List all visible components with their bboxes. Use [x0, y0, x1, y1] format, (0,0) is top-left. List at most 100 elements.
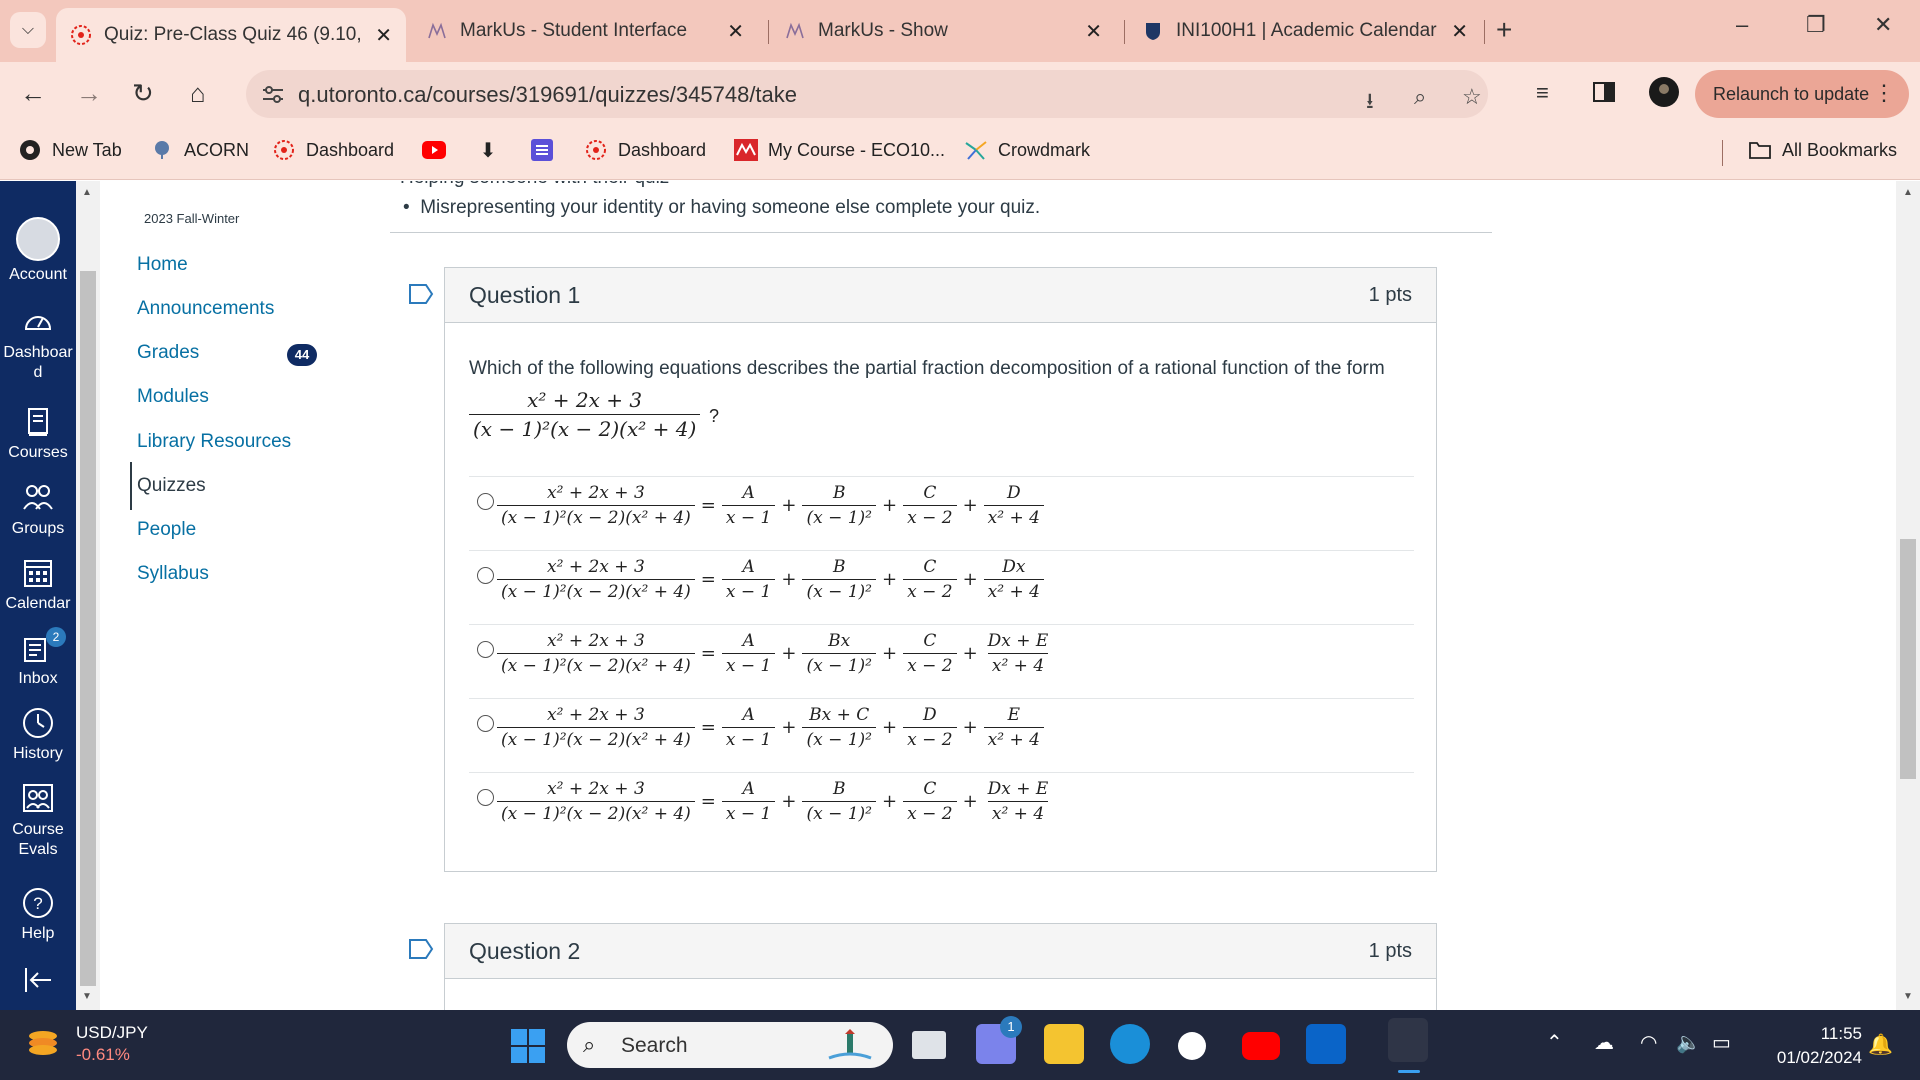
active-app-icon[interactable] [1388, 1018, 1428, 1073]
windows-start-icon[interactable] [510, 1028, 546, 1064]
outlook-icon[interactable] [1306, 1024, 1346, 1064]
back-icon[interactable]: ← [20, 78, 46, 109]
answer-equation: x² + 2x + 3 (x − 1)²(x − 2)(x² + 4) = Ax − … [497, 483, 1044, 528]
address-bar[interactable]: q.utoronto.ca/courses/319691/quizzes/345… [246, 70, 1488, 118]
fraction-denominator: x² + 4 [983, 579, 1044, 602]
scroll-down-icon[interactable]: ▼ [82, 991, 92, 1002]
file-explorer-icon[interactable] [1044, 1024, 1084, 1064]
fraction-numerator: Bx [828, 631, 851, 651]
tab-academic-calendar[interactable]: INI100H1 | Academic Calendar ✕ [1128, 8, 1482, 54]
collapse-nav-button[interactable] [0, 963, 76, 1001]
scroll-down-icon[interactable]: ▼ [1903, 991, 1913, 1002]
task-view-icon[interactable] [912, 1031, 946, 1059]
global-nav-courses[interactable]: Courses [0, 405, 76, 463]
global-nav-groups[interactable]: Groups [0, 481, 76, 539]
bookmark-dashboard-1[interactable]: Dashboard [272, 138, 394, 162]
course-nav-grades[interactable]: Grades [137, 342, 199, 364]
flag-question-icon[interactable] [408, 283, 434, 305]
bookmark-crowdmark[interactable]: Crowdmark [964, 138, 1090, 162]
equals-sign: = [700, 495, 716, 516]
course-nav-people[interactable]: People [137, 519, 196, 541]
course-nav-quizzes[interactable]: Quizzes [137, 475, 206, 497]
media-controls-icon[interactable]: ≡ [1536, 80, 1549, 106]
bookmark-star-icon[interactable]: ☆ [1462, 84, 1482, 110]
search-icon: ⌕ [583, 1032, 596, 1057]
forward-icon[interactable]: → [76, 78, 102, 109]
restore-icon[interactable]: ❐ [1806, 12, 1826, 38]
tab-search-button[interactable]: ⌵ [10, 12, 46, 48]
tab-quiz[interactable]: Quiz: Pre-Class Quiz 46 (9.10, 9. ✕ [56, 8, 406, 62]
answer-option[interactable]: x² + 2x + 3 (x − 1)²(x − 2)(x² + 4) = Ax − … [469, 624, 1414, 698]
course-nav-scrollbar[interactable]: ▲ ▼ [76, 181, 100, 1010]
scroll-up-icon[interactable]: ▲ [82, 187, 92, 198]
relaunch-button[interactable]: Relaunch to update ⋮ [1695, 70, 1909, 118]
fraction: Ax − 1 [721, 779, 776, 824]
course-nav-announcements[interactable]: Announcements [137, 298, 274, 320]
answer-option[interactable]: x² + 2x + 3 (x − 1)²(x − 2)(x² + 4) = Ax − … [469, 698, 1414, 772]
edge-icon[interactable] [1110, 1024, 1150, 1064]
scroll-thumb[interactable] [1900, 539, 1916, 779]
side-panel-icon[interactable] [1592, 80, 1616, 111]
chrome-icon [18, 138, 42, 162]
bookmark-acorn[interactable]: ACORN [150, 138, 249, 162]
youtube-app-icon[interactable] [1242, 1032, 1280, 1060]
answer-radio[interactable] [477, 789, 494, 806]
close-window-icon[interactable]: ✕ [1874, 12, 1892, 38]
bookmark-my-course[interactable]: My Course - ECO10... [734, 138, 945, 162]
tab-markus-show[interactable]: MarkUs - Show ✕ [770, 8, 1116, 54]
system-clock[interactable]: 11:55 01/02/2024 [1752, 1022, 1862, 1070]
close-tab-icon[interactable]: ✕ [1451, 19, 1468, 44]
reload-icon[interactable]: ↻ [132, 78, 154, 109]
page-scrollbar[interactable]: ▲ ▼ [1896, 181, 1920, 1010]
global-nav-dashboard[interactable]: Dashboar d [0, 305, 76, 383]
wifi-icon[interactable]: ◠ [1640, 1030, 1657, 1055]
tab-markus-student[interactable]: MarkUs - Student Interface ✕ [412, 8, 758, 54]
zoom-icon[interactable]: ⌕ [1414, 84, 1426, 110]
teams-icon[interactable]: 1 [976, 1016, 1022, 1064]
scroll-up-icon[interactable]: ▲ [1903, 187, 1913, 198]
menu-dots-icon[interactable]: ⋮ [1873, 80, 1895, 106]
global-nav-calendar[interactable]: Calendar [0, 556, 76, 614]
taskbar-search-box[interactable]: ⌕ Search [567, 1022, 893, 1068]
answer-option[interactable]: x² + 2x + 3 (x − 1)²(x − 2)(x² + 4) = Ax − … [469, 772, 1414, 846]
bookmark-list[interactable] [530, 138, 564, 162]
all-bookmarks-button[interactable]: All Bookmarks [1748, 138, 1897, 162]
answer-radio[interactable] [477, 493, 494, 510]
global-nav-course-evals[interactable]: Course Evals [0, 782, 76, 860]
battery-icon[interactable]: ▭ [1712, 1030, 1731, 1055]
new-tab-button[interactable]: + [1496, 14, 1512, 46]
course-nav-home[interactable]: Home [137, 254, 188, 276]
flag-question-icon[interactable] [408, 938, 434, 960]
onedrive-cloud-icon[interactable]: ☁ [1594, 1030, 1614, 1055]
scroll-thumb[interactable] [80, 271, 96, 986]
answer-option[interactable]: x² + 2x + 3 (x − 1)²(x − 2)(x² + 4) = Ax − … [469, 550, 1414, 624]
answer-radio[interactable] [477, 715, 494, 732]
install-app-icon[interactable]: ⭳ [1366, 84, 1374, 122]
bookmark-youtube[interactable] [422, 138, 456, 162]
close-tab-icon[interactable]: ✕ [375, 23, 392, 48]
close-tab-icon[interactable]: ✕ [727, 19, 744, 44]
profile-avatar[interactable] [1648, 76, 1680, 115]
answer-radio[interactable] [477, 567, 494, 584]
global-nav-help[interactable]: ? Help [0, 886, 76, 944]
answer-option[interactable]: x² + 2x + 3 (x − 1)²(x − 2)(x² + 4) = Ax − … [469, 476, 1414, 550]
global-nav-account[interactable]: Account [0, 217, 76, 285]
bookmark-dashboard-2[interactable]: Dashboard [584, 138, 706, 162]
notification-bell-icon[interactable]: 🔔 [1868, 1032, 1893, 1057]
answer-radio[interactable] [477, 641, 494, 658]
close-tab-icon[interactable]: ✕ [1085, 19, 1102, 44]
minimize-icon[interactable]: – [1736, 12, 1748, 38]
course-nav-syllabus[interactable]: Syllabus [137, 563, 209, 585]
global-nav-history[interactable]: History [0, 706, 76, 764]
global-nav-inbox[interactable]: 2 Inbox [0, 627, 76, 689]
home-icon[interactable]: ⌂ [190, 78, 206, 109]
bookmark-new-tab[interactable]: New Tab [18, 138, 122, 162]
show-hidden-icons-icon[interactable]: ⌃ [1546, 1030, 1563, 1055]
site-settings-icon[interactable] [260, 82, 286, 106]
bookmark-download[interactable]: ⬇ [476, 138, 510, 162]
volume-icon[interactable]: 🔈 [1676, 1030, 1701, 1055]
course-nav-modules[interactable]: Modules [137, 386, 209, 408]
toggle-app-icon[interactable] [1178, 1032, 1206, 1060]
course-nav-library-resources[interactable]: Library Resources [137, 431, 291, 453]
fraction: Dx − 2 [903, 705, 957, 750]
